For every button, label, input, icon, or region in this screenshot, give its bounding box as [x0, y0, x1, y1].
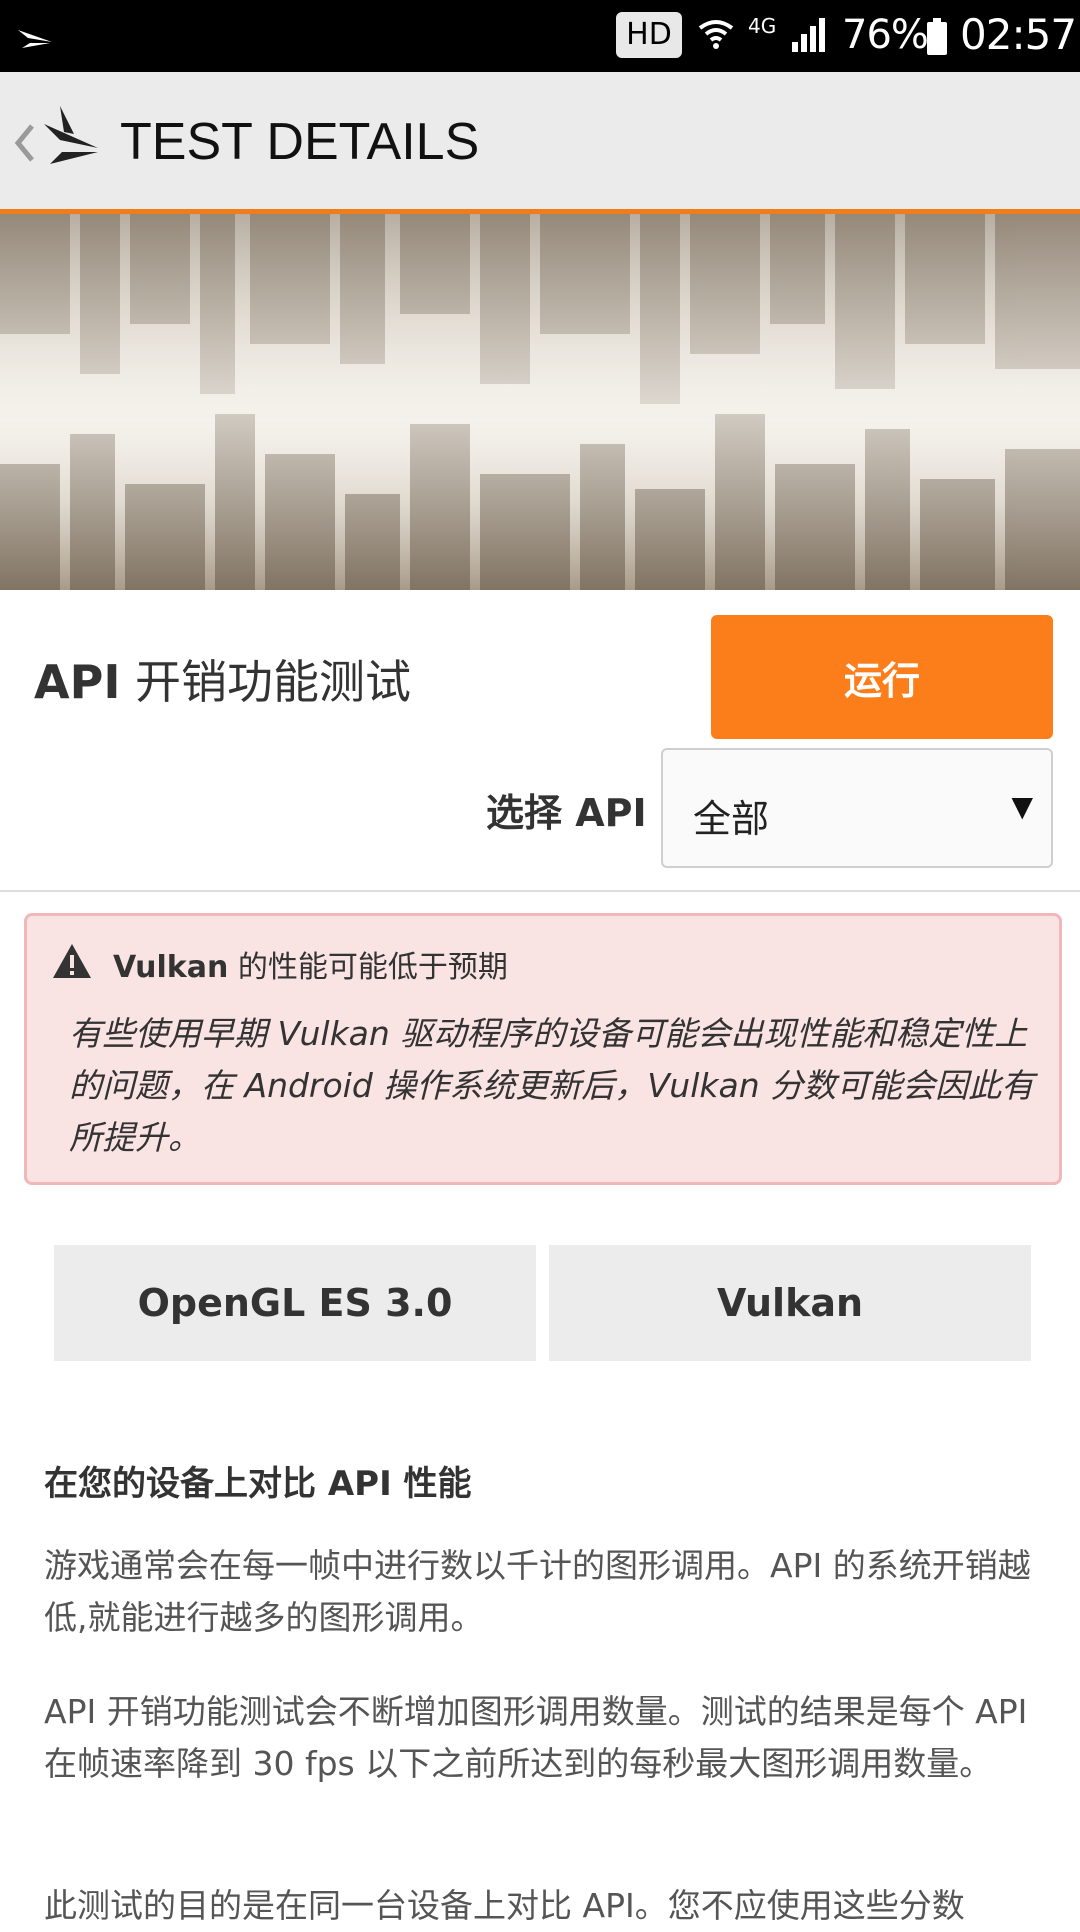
test-hero-image — [0, 214, 1080, 590]
city-scene-image — [0, 214, 1080, 590]
api-select-label: 选择 API — [486, 791, 647, 835]
network-type-label: 4G — [748, 14, 777, 38]
warning-triangle-icon — [53, 944, 91, 978]
signal-strength-icon — [792, 18, 825, 52]
app-logo-icon — [18, 30, 52, 48]
battery-icon — [927, 18, 947, 55]
test-header-section: API 开销功能测试 运行 选择 API 全部 ▼ — [0, 590, 1080, 892]
hd-badge: HD — [616, 12, 682, 58]
api-select-dropdown[interactable]: 全部 ▼ — [661, 748, 1053, 868]
test-name-rest: 开销功能测试 — [120, 655, 412, 709]
description-heading: 在您的设备上对比 API 性能 — [44, 1464, 472, 1504]
run-button[interactable]: 运行 — [711, 615, 1053, 739]
3dmark-logo-icon — [44, 106, 98, 164]
status-bar: HD 4G 76% 02:57 — [0, 0, 1080, 72]
description-paragraph: 游戏通常会在每一帧中进行数以千计的图形调用。API 的系统开销越低,就能进行越多… — [44, 1546, 1031, 1637]
wifi-icon — [698, 20, 734, 49]
battery-percentage: 76% — [842, 12, 929, 58]
warning-title-vulkan: Vulkan — [113, 950, 229, 985]
vulkan-warning-box: Vulkan 的性能可能低于预期 有些使用早期 Vulkan 驱动程序的设备可能… — [24, 913, 1062, 1185]
warning-title-rest: 的性能可能低于预期 — [228, 950, 508, 985]
test-name: API 开销功能测试 — [34, 646, 411, 712]
warning-body: 有些使用早期 Vulkan 驱动程序的设备可能会出现性能和稳定性上的问题，在 A… — [69, 1014, 1035, 1157]
dropdown-arrow-icon: ▼ — [1011, 790, 1033, 823]
test-name-api: API — [34, 655, 121, 709]
status-clock: 02:57 — [960, 10, 1077, 59]
api-select-value: 全部 — [693, 797, 770, 841]
page-title: TEST DETAILS — [120, 113, 480, 171]
tab-opengl-es[interactable]: OpenGL ES 3.0 — [54, 1245, 536, 1361]
app-header: TEST DETAILS — [0, 72, 1080, 214]
back-chevron-icon[interactable] — [10, 118, 40, 168]
description-paragraph: API 开销功能测试会不断增加图形调用数量。测试的结果是每个 API 在帧速率降… — [44, 1692, 1028, 1783]
tab-vulkan[interactable]: Vulkan — [549, 1245, 1031, 1361]
description-paragraph: 此测试的目的是在同一台设备上对比 API。您不应使用这些分数 — [44, 1886, 965, 1925]
warning-title: Vulkan 的性能可能低于预期 — [113, 942, 508, 986]
